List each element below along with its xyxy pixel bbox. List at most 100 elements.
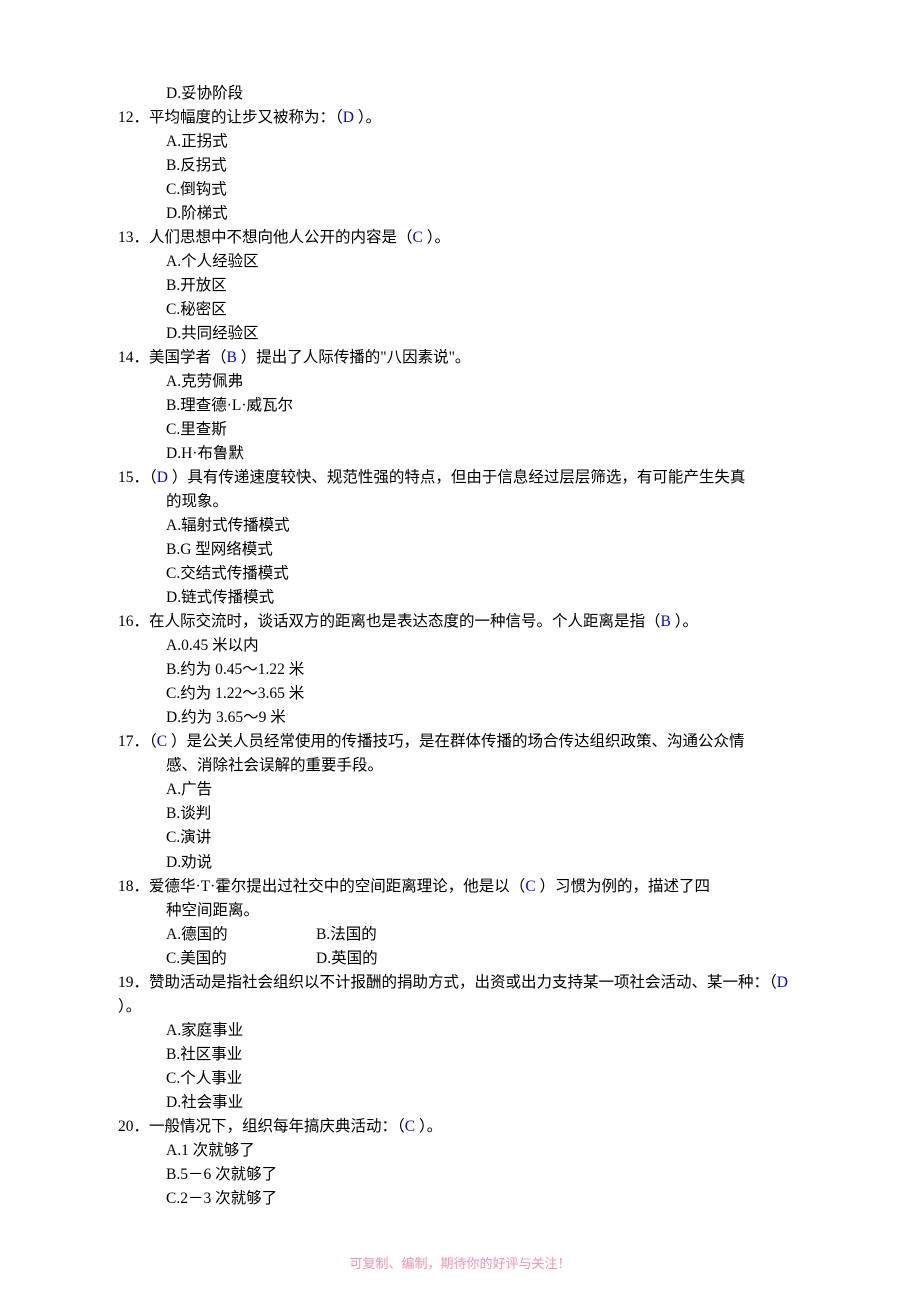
page-footer: 可复制、编制，期待你的好评与关注！ — [0, 1254, 920, 1274]
question-number: 13． — [118, 229, 149, 246]
stem-post: ）。 — [118, 998, 141, 1015]
question-number: 17． — [118, 733, 149, 750]
option-item: D.劝说 — [166, 851, 802, 875]
question-number: 19． — [118, 974, 149, 991]
question-stem: 15．（D ）具有传递速度较快、规范性强的特点，但由于信息经过层层筛选，有可能产… — [118, 466, 802, 490]
question-19: 19．赞助活动是指社会组织以不计报酬的捐助方式，出资或出力支持某一项社会活动、某… — [118, 971, 802, 1115]
option-item: B.谈判 — [166, 802, 802, 826]
answer-letter: C — [525, 878, 539, 895]
stem-pre: 赞助活动是指社会组织以不计报酬的捐助方式，出资或出力支持某一项社会活动、某一种：… — [149, 974, 777, 991]
question-stem: 17．（C ）是公关人员经常使用的传播技巧，是在群体传播的场合传达组织政策、沟通… — [118, 730, 802, 754]
question-stem: 20．一般情况下，组织每年搞庆典活动：（C ）。 — [118, 1115, 802, 1139]
option-item: C.秘密区 — [166, 298, 802, 322]
question-stem: 12．平均幅度的让步又被称为：（D ）。 — [118, 106, 802, 130]
question-17: 17．（C ）是公关人员经常使用的传播技巧，是在群体传播的场合传达组织政策、沟通… — [118, 730, 802, 874]
question-stem: 16．在人际交流时，谈话双方的距离也是表达态度的一种信号。个人距离是指（B ）。 — [118, 610, 802, 634]
option-item: C.演讲 — [166, 826, 802, 850]
answer-letter: C — [413, 229, 427, 246]
question-16: 16．在人际交流时，谈话双方的距离也是表达态度的一种信号。个人距离是指（B ）。… — [118, 610, 802, 730]
options-block: A.广告 B.谈判 C.演讲 D.劝说 — [118, 778, 802, 874]
stem-pre: 一般情况下，组织每年搞庆典活动：（ — [149, 1118, 405, 1135]
option-item: A.正拐式 — [166, 130, 802, 154]
answer-letter: B — [661, 613, 675, 630]
question-number: 20． — [118, 1118, 149, 1135]
option-item: A.广告 — [166, 778, 802, 802]
option-item: C.交结式传播模式 — [166, 562, 802, 586]
stem-wrap: 种空间距离。 — [118, 899, 802, 923]
answer-letter: D — [343, 109, 358, 126]
options-block: A.正拐式 B.反拐式 C.倒钩式 D.阶梯式 — [118, 130, 802, 226]
option-item: A.德国的 — [166, 923, 316, 947]
option-item: D.社会事业 — [166, 1091, 802, 1115]
option-item: D.共同经验区 — [166, 322, 802, 346]
option-item: B.G 型网络模式 — [166, 538, 802, 562]
question-18: 18．爱德华·T·霍尔提出过社交中的空间距离理论，他是以（C ）习惯为例的，描述… — [118, 875, 802, 971]
option-item: B.法国的 — [316, 923, 466, 947]
stem-post: ）具有传递速度较快、规范性强的特点，但由于信息经过层层筛选，有可能产生失真 — [172, 469, 746, 486]
options-block: A.辐射式传播模式 B.G 型网络模式 C.交结式传播模式 D.链式传播模式 — [118, 514, 802, 610]
stem-post: ）。 — [427, 229, 450, 246]
option-item: D.链式传播模式 — [166, 586, 802, 610]
stem-post: ）习惯为例的，描述了四 — [540, 878, 711, 895]
option-item: D.英国的 — [316, 947, 466, 971]
option-item: D.H·布鲁默 — [166, 442, 802, 466]
question-stem: 14．美国学者（B ）提出了人际传播的"八因素说"。 — [118, 346, 802, 370]
option-item: B.理查德·L·威瓦尔 — [166, 394, 802, 418]
stem-pre: 人们思想中不想向他人公开的内容是（ — [149, 229, 413, 246]
option-item: B.5－6 次就够了 — [166, 1163, 802, 1187]
stem-pre: 在人际交流时，谈话双方的距离也是表达态度的一种信号。个人距离是指（ — [149, 613, 661, 630]
answer-letter: B — [227, 349, 241, 366]
question-15: 15．（D ）具有传递速度较快、规范性强的特点，但由于信息经过层层筛选，有可能产… — [118, 466, 802, 610]
option-item: A.辐射式传播模式 — [166, 514, 802, 538]
stem-pre: 爱德华·T·霍尔提出过社交中的空间距离理论，他是以（ — [149, 878, 525, 895]
question-number: 16． — [118, 613, 149, 630]
option-item: C.约为 1.22～3.65 米 — [166, 682, 802, 706]
document-page: D.妥协阶段 12．平均幅度的让步又被称为：（D ）。 A.正拐式 B.反拐式 … — [0, 0, 920, 1302]
stem-pre: 美国学者（ — [149, 349, 227, 366]
option-item: B.反拐式 — [166, 154, 802, 178]
options-block: A.克劳佩弗 B.理查德·L·威瓦尔 C.里查斯 D.H·布鲁默 — [118, 370, 802, 466]
options-block: A.个人经验区 B.开放区 C.秘密区 D.共同经验区 — [118, 250, 802, 346]
stem-post: ）。 — [358, 109, 381, 126]
stem-wrap: 感、消除社会误解的重要手段。 — [118, 754, 802, 778]
options-block: A.德国的 B.法国的 C.美国的 D.英国的 — [118, 923, 802, 971]
option-item: B.开放区 — [166, 274, 802, 298]
option-item: C.倒钩式 — [166, 178, 802, 202]
option-item: D.妥协阶段 — [166, 82, 802, 106]
question-number: 15． — [118, 469, 149, 486]
option-item: A.个人经验区 — [166, 250, 802, 274]
option-item: D.约为 3.65～9 米 — [166, 706, 802, 730]
option-item: A.1 次就够了 — [166, 1139, 802, 1163]
question-number: 12． — [118, 109, 149, 126]
stem-pre: 平均幅度的让步又被称为：（ — [149, 109, 343, 126]
options-block: A.家庭事业 B.社区事业 C.个人事业 D.社会事业 — [118, 1019, 802, 1115]
question-stem: 19．赞助活动是指社会组织以不计报酬的捐助方式，出资或出力支持某一项社会活动、某… — [118, 971, 802, 1019]
stem-pre: （ — [149, 469, 157, 486]
answer-letter: C — [405, 1118, 419, 1135]
orphan-options: D.妥协阶段 — [118, 82, 802, 106]
option-item: A.家庭事业 — [166, 1019, 802, 1043]
question-12: 12．平均幅度的让步又被称为：（D ）。 A.正拐式 B.反拐式 C.倒钩式 D… — [118, 106, 802, 226]
question-20: 20．一般情况下，组织每年搞庆典活动：（C ）。 A.1 次就够了 B.5－6 … — [118, 1115, 802, 1211]
question-number: 14． — [118, 349, 149, 366]
stem-pre: （ — [149, 733, 157, 750]
question-number: 18． — [118, 878, 149, 895]
stem-post: ）提出了人际传播的"八因素说"。 — [241, 349, 471, 366]
option-item: D.阶梯式 — [166, 202, 802, 226]
option-item: C.美国的 — [166, 947, 316, 971]
stem-wrap: 的现象。 — [118, 490, 802, 514]
answer-letter: D — [777, 974, 788, 991]
option-item: A.克劳佩弗 — [166, 370, 802, 394]
stem-post: ）。 — [675, 613, 698, 630]
option-item: B.约为 0.45～1.22 米 — [166, 658, 802, 682]
stem-post: ）。 — [419, 1118, 442, 1135]
option-item: C.个人事业 — [166, 1067, 802, 1091]
answer-letter: C — [157, 733, 171, 750]
answer-letter: D — [157, 469, 172, 486]
option-item: C.里查斯 — [166, 418, 802, 442]
options-block: A.1 次就够了 B.5－6 次就够了 C.2－3 次就够了 — [118, 1139, 802, 1211]
question-stem: 13．人们思想中不想向他人公开的内容是（C ）。 — [118, 226, 802, 250]
option-item: B.社区事业 — [166, 1043, 802, 1067]
question-14: 14．美国学者（B ）提出了人际传播的"八因素说"。 A.克劳佩弗 B.理查德·… — [118, 346, 802, 466]
question-13: 13．人们思想中不想向他人公开的内容是（C ）。 A.个人经验区 B.开放区 C… — [118, 226, 802, 346]
